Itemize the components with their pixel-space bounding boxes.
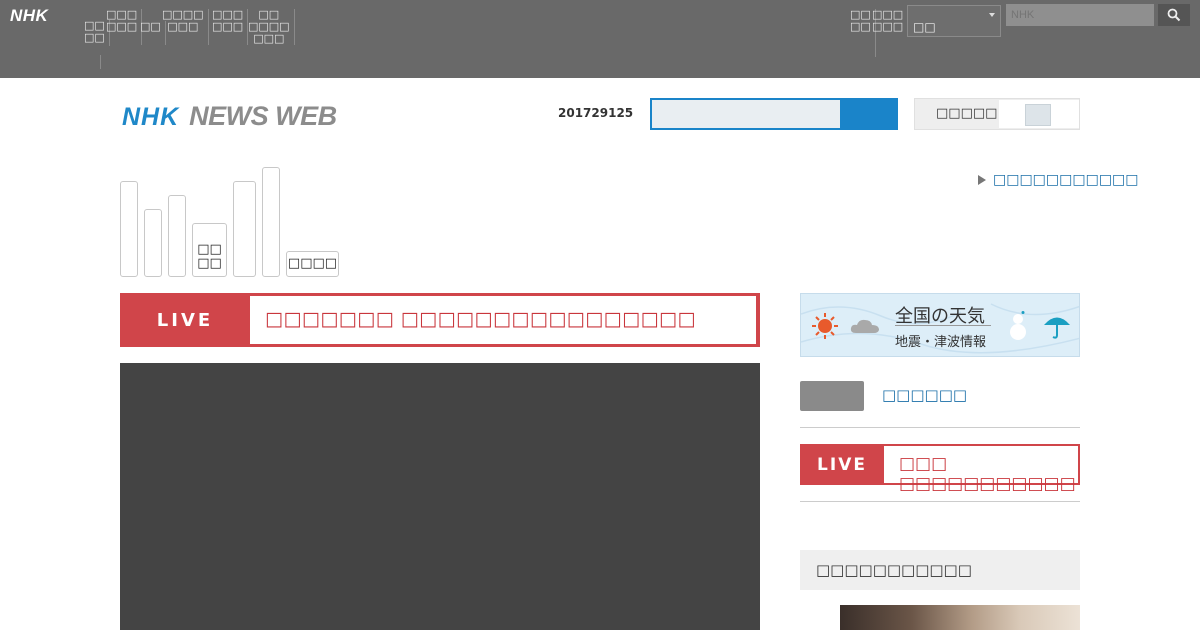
weather-subtitle: 地震・津波情報 xyxy=(895,335,987,350)
weather-banner[interactable]: 全国の天気 地震・津波情報 xyxy=(800,293,1080,357)
category-tab-label: □□ □□ xyxy=(197,242,222,271)
category-tab[interactable]: □□□□ xyxy=(286,251,339,277)
live-headline: □□□□□□□ □□□□□□□□□□□□□□□□ xyxy=(250,296,756,344)
display-toggle[interactable]: □□□□□ xyxy=(914,98,1080,130)
category-tab[interactable] xyxy=(144,209,162,277)
site-logo[interactable]: NHK NEWS WEB xyxy=(122,101,337,132)
toggle-knob[interactable] xyxy=(1025,104,1051,126)
global-nav-bar: NHK □□ □□ □□□ □□□ □□ □□□□ □□□ □□□ □□□ □□… xyxy=(0,0,1200,78)
category-tab-label: □□□□ xyxy=(287,256,338,271)
date-text: 201729125 xyxy=(558,106,634,120)
category-tab[interactable] xyxy=(120,181,138,277)
weather-divider xyxy=(895,325,991,326)
global-nav-item[interactable]: □□□□ □□□ xyxy=(158,9,209,45)
live-badge: LIVE xyxy=(817,454,867,475)
site-search-input[interactable] xyxy=(650,98,842,130)
global-nav-item[interactable]: □□□ □□□ xyxy=(208,9,249,45)
side-divider xyxy=(800,501,1080,502)
cloud-icon xyxy=(850,319,879,333)
side-section-image[interactable] xyxy=(840,605,1080,630)
side-live-banner[interactable]: LIVE □□□ □□□□□□□□□□□ xyxy=(800,444,1080,494)
region-select-value: □□ xyxy=(913,20,936,34)
category-tab[interactable]: □□ □□ xyxy=(192,223,227,277)
global-search-button[interactable] xyxy=(1158,4,1190,26)
live-banner[interactable]: LIVE □□□□□□□ □□□□□□□□□□□□□□□□ xyxy=(120,293,760,347)
site-search-button[interactable] xyxy=(842,98,898,130)
global-nav-item[interactable]: □□□ □□□ xyxy=(868,9,907,33)
side-item-thumbnail xyxy=(800,381,864,411)
search-icon xyxy=(1167,8,1181,22)
side-item-title: □□□□□□ xyxy=(882,386,968,404)
site-logo-nhk: NHK xyxy=(122,103,180,131)
video-player[interactable] xyxy=(120,363,760,630)
chevron-down-icon xyxy=(989,13,995,17)
nav-divider xyxy=(100,55,101,69)
category-tab[interactable] xyxy=(168,195,186,277)
toggle-label: □□□□□ xyxy=(936,106,998,121)
category-tab[interactable] xyxy=(262,167,280,277)
category-tab[interactable] xyxy=(233,181,256,277)
global-search-input[interactable] xyxy=(1006,4,1154,26)
umbrella-icon xyxy=(1044,317,1070,339)
nhk-logo[interactable]: NHK xyxy=(10,6,48,26)
live-badge: LIVE xyxy=(156,309,214,331)
side-live-headline: □□□ □□□□□□□□□□□ xyxy=(884,446,1078,494)
region-select[interactable]: □□ xyxy=(907,5,1001,37)
more-link[interactable]: □□□□□□□□□□□ xyxy=(978,172,1139,188)
global-nav-item[interactable]: □□ □□□□ □□□ xyxy=(244,9,295,45)
sun-icon xyxy=(812,313,838,339)
side-section-header: □□□□□□□□□□□ xyxy=(800,550,1080,590)
snowman-icon xyxy=(1010,311,1026,340)
site-logo-news-web: NEWS WEB xyxy=(189,101,337,131)
more-link-label: □□□□□□□□□□□ xyxy=(993,172,1139,188)
side-item[interactable]: □□□□□□ xyxy=(800,381,1080,428)
triangle-right-icon xyxy=(978,175,986,185)
